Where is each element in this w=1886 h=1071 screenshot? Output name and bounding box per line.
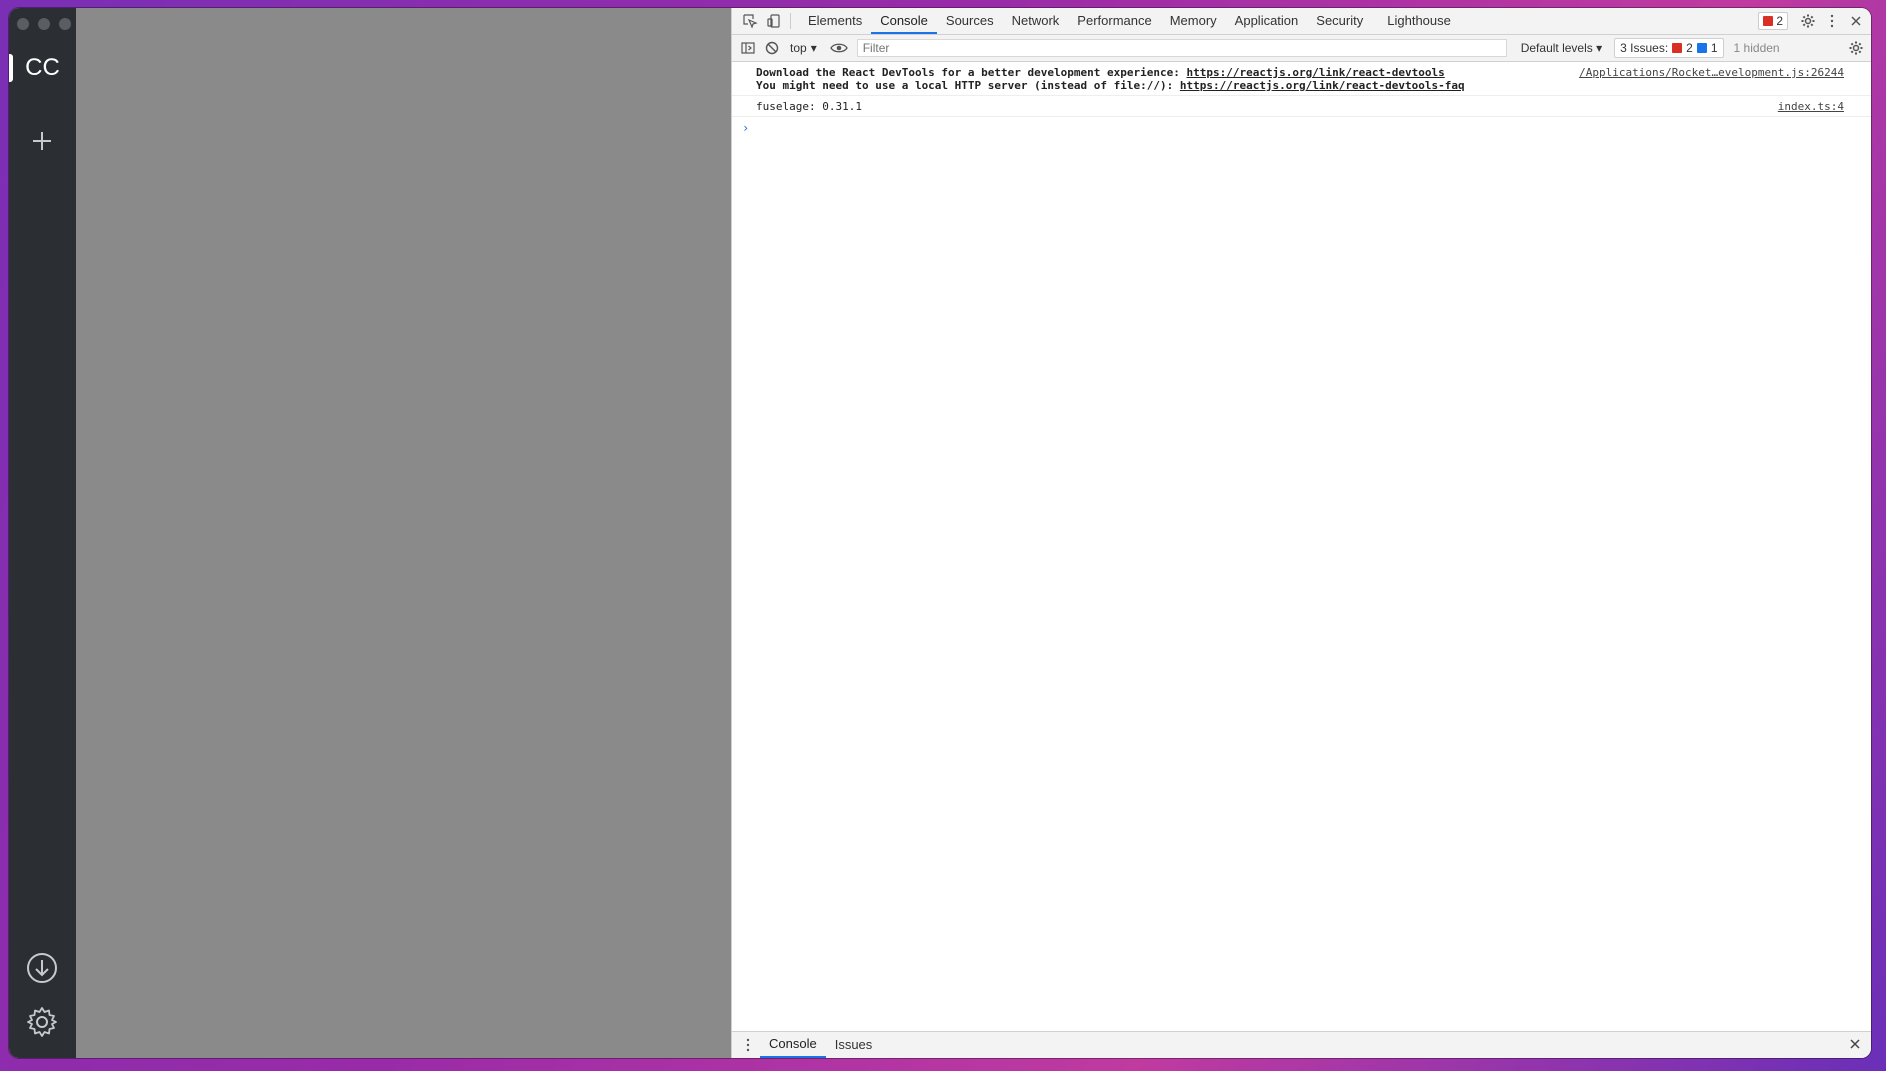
- close-window-button[interactable]: [17, 18, 29, 30]
- drawer-menu-button[interactable]: [736, 1032, 760, 1058]
- context-selector[interactable]: top ▾: [784, 41, 823, 55]
- message-text: fuselage: 0.31.1: [756, 100, 862, 113]
- more-vertical-icon: [746, 1038, 750, 1052]
- error-count: 2: [1776, 14, 1783, 28]
- log-levels-label: Default levels: [1520, 41, 1593, 55]
- drawer-tab-console[interactable]: Console: [760, 1032, 826, 1058]
- tab-elements[interactable]: Elements: [799, 8, 871, 34]
- active-server-indicator: [9, 54, 13, 82]
- eye-icon: [829, 43, 848, 53]
- filter-input[interactable]: [856, 39, 1507, 57]
- add-server-button[interactable]: [22, 121, 62, 161]
- toggle-sidebar-button[interactable]: [736, 35, 760, 61]
- gear-icon: [27, 1007, 57, 1037]
- tab-network[interactable]: Network: [1003, 8, 1069, 34]
- close-icon: [1850, 1039, 1860, 1049]
- downloads-button[interactable]: [22, 948, 62, 988]
- react-devtools-link[interactable]: https://reactjs.org/link/react-devtools: [1186, 66, 1444, 79]
- more-vertical-icon: [1830, 14, 1834, 28]
- dropdown-arrow-icon: ▾: [810, 41, 817, 55]
- tab-lighthouse[interactable]: Lighthouse: [1378, 8, 1460, 34]
- message-text: You might need to use a local HTTP serve…: [756, 79, 1180, 92]
- info-icon: [1696, 43, 1707, 53]
- issues-info-count: 1: [1710, 41, 1718, 55]
- app-window: CC Elements Console Sources Network Perf…: [9, 8, 1871, 1058]
- clear-icon: [765, 41, 779, 55]
- message-line: You might need to use a local HTTP serve…: [756, 79, 1844, 92]
- context-value: top: [790, 41, 807, 55]
- devtools-more-button[interactable]: [1820, 8, 1844, 34]
- tab-application[interactable]: Application: [1226, 8, 1308, 34]
- server-item[interactable]: CC: [9, 49, 76, 87]
- message-source-link[interactable]: /Applications/Rocket…evelopment.js:26244: [1579, 66, 1844, 79]
- issues-error-count: 2: [1686, 41, 1693, 55]
- log-levels-dropdown[interactable]: Default levels ▾: [1515, 41, 1608, 55]
- tab-memory[interactable]: Memory: [1161, 8, 1226, 34]
- console-message: fuselage: 0.31.1 index.ts:4: [732, 96, 1871, 117]
- window-controls: [17, 18, 71, 30]
- tab-sources[interactable]: Sources: [937, 8, 1003, 34]
- react-devtools-faq-link[interactable]: https://reactjs.org/link/react-devtools-…: [1180, 79, 1465, 92]
- server-label: CC: [25, 54, 60, 81]
- drawer-tab-issues[interactable]: Issues: [826, 1033, 882, 1057]
- issues-button[interactable]: 3 Issues: 2 1: [1614, 38, 1724, 58]
- devtools-tabbar: Elements Console Sources Network Perform…: [732, 8, 1871, 35]
- settings-button[interactable]: [22, 1002, 62, 1042]
- devtools-settings-button[interactable]: [1796, 8, 1820, 34]
- gear-icon: [1849, 41, 1863, 55]
- chevron-right-icon: ›: [742, 121, 750, 135]
- console-prompt[interactable]: ›: [732, 117, 1871, 139]
- gear-icon: [1801, 14, 1815, 28]
- server-sidebar: CC: [9, 8, 76, 1058]
- console-message: Download the React DevTools for a better…: [732, 62, 1871, 96]
- plus-icon: [33, 132, 51, 150]
- clear-console-button[interactable]: [760, 35, 784, 61]
- devtools-panel: Elements Console Sources Network Perform…: [731, 8, 1871, 1058]
- zoom-window-button[interactable]: [59, 18, 71, 30]
- issues-label: 3 Issues:: [1620, 41, 1669, 55]
- error-count-badge[interactable]: 2: [1758, 12, 1788, 30]
- message-source-link[interactable]: index.ts:4: [1778, 100, 1844, 113]
- message-text: Download the React DevTools for a better…: [756, 66, 1187, 79]
- inspect-element-button[interactable]: [738, 8, 762, 34]
- tab-console[interactable]: Console: [871, 8, 937, 34]
- toolbar-divider: [790, 13, 791, 29]
- live-expression-button[interactable]: [827, 35, 851, 61]
- error-icon: [1763, 16, 1774, 26]
- devtools-drawer: Console Issues: [732, 1031, 1871, 1058]
- device-toolbar-button[interactable]: [762, 8, 786, 34]
- console-settings-button[interactable]: [1844, 35, 1868, 61]
- tab-performance[interactable]: Performance: [1068, 8, 1160, 34]
- devtools-tabbar-right: 2: [1758, 8, 1871, 34]
- minimize-window-button[interactable]: [38, 18, 50, 30]
- drawer-close-button[interactable]: [1848, 1037, 1862, 1054]
- sidebar-icon: [741, 42, 755, 54]
- console-toolbar: top ▾ Default levels ▾ 3 Issues: 2 1: [732, 35, 1871, 62]
- close-icon: [1851, 16, 1861, 26]
- download-icon: [27, 953, 57, 983]
- hidden-messages-count: 1 hidden: [1733, 41, 1780, 55]
- main-content-area: [76, 8, 731, 1058]
- devtools-close-button[interactable]: [1844, 8, 1868, 34]
- console-output: Download the React DevTools for a better…: [732, 62, 1871, 1022]
- dropdown-arrow-icon: ▾: [1596, 41, 1603, 55]
- error-icon: [1672, 43, 1683, 53]
- device-icon: [767, 14, 780, 28]
- inspect-icon: [743, 14, 758, 29]
- tab-security[interactable]: Security: [1307, 8, 1372, 34]
